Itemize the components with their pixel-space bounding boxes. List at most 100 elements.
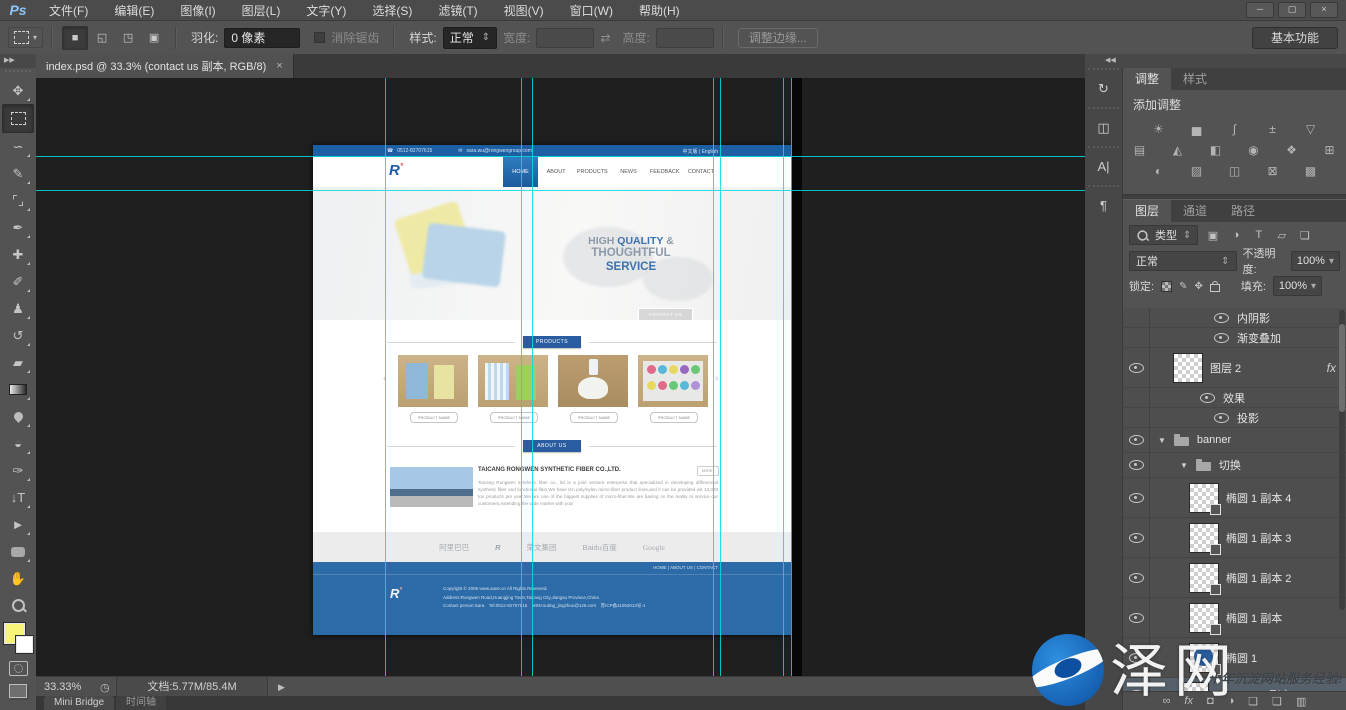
lock-transparency-icon[interactable] <box>1161 281 1172 292</box>
zoom-tool[interactable] <box>3 592 33 619</box>
restore-button[interactable]: ▢ <box>1278 2 1306 18</box>
visibility-toggle[interactable] <box>1129 435 1144 445</box>
dock-collapse-icon[interactable]: ◀◀ <box>1085 54 1346 69</box>
menu-view[interactable]: 视图(V) <box>491 2 557 19</box>
dodge-tool[interactable]: ◒ <box>3 430 33 457</box>
guide-line[interactable] <box>783 78 784 676</box>
filter-smart-objects-icon[interactable]: ❏ <box>1296 229 1313 242</box>
layer-group-row[interactable]: ▼切换 <box>1123 453 1346 478</box>
swap-dimensions-icon[interactable]: ⇄ <box>600 31 610 45</box>
layer-thumbnail[interactable] <box>1174 354 1202 382</box>
visibility-toggle[interactable] <box>1129 533 1144 543</box>
fx-badge[interactable]: fx <box>1327 361 1336 375</box>
layer-row-selected[interactable]: T⚠contact us 副本 <box>1123 678 1346 692</box>
type-tool[interactable]: ↓T <box>3 484 33 511</box>
invert-icon[interactable]: ◐ <box>1148 163 1170 178</box>
visibility-toggle[interactable] <box>1214 413 1229 423</box>
menu-filter[interactable]: 滤镜(T) <box>425 2 490 19</box>
visibility-toggle[interactable] <box>1200 393 1215 403</box>
selective-color-icon[interactable]: ⊠ <box>1262 163 1284 178</box>
layer-row[interactable]: 内阴影 <box>1123 308 1346 328</box>
rectangular-marquee-tool[interactable] <box>2 104 34 133</box>
guide-line[interactable] <box>791 78 792 676</box>
close-button[interactable]: × <box>1310 2 1338 18</box>
eyedropper-tool[interactable]: ✒ <box>3 214 33 241</box>
menu-window[interactable]: 窗口(W) <box>557 2 626 19</box>
filter-pixel-layers-icon[interactable]: ▣ <box>1204 229 1221 242</box>
quick-selection-tool[interactable]: ✎ <box>3 160 33 187</box>
visibility-toggle[interactable] <box>1129 460 1144 470</box>
filter-adjustment-layers-icon[interactable]: ◑ <box>1227 229 1244 241</box>
visibility-toggle[interactable] <box>1214 333 1229 343</box>
layers-scrollbar[interactable] <box>1339 310 1345 610</box>
layer-row[interactable]: 椭圆 1 副本 3 <box>1123 518 1346 558</box>
opacity-value[interactable]: 100%▾ <box>1291 251 1340 271</box>
visibility-toggle[interactable] <box>1214 313 1229 323</box>
menu-edit[interactable]: 编辑(E) <box>101 2 167 19</box>
layer-group-row[interactable]: ▼banner <box>1123 428 1346 453</box>
channel-mixer-icon[interactable]: ❖ <box>1281 142 1303 157</box>
visibility-toggle[interactable] <box>1129 573 1144 583</box>
filter-shape-layers-icon[interactable]: ▱ <box>1273 229 1290 242</box>
menu-type[interactable]: 文字(Y) <box>293 2 359 19</box>
color-balance-icon[interactable]: ◭ <box>1167 142 1189 157</box>
move-tool[interactable]: ✥ <box>3 77 33 104</box>
gradient-tool[interactable] <box>3 376 33 403</box>
feather-input[interactable]: 0 像素 <box>224 28 300 48</box>
guide-line[interactable] <box>36 156 1085 157</box>
properties-panel-icon[interactable]: ◫ <box>1088 107 1119 146</box>
delete-layer-icon[interactable]: ▥ <box>1296 695 1306 708</box>
layer-filter-select[interactable]: 类型 ⇕ <box>1129 225 1198 245</box>
path-selection-tool[interactable]: ► <box>3 511 33 538</box>
layer-row[interactable]: 投影 <box>1123 408 1346 428</box>
new-adjustment-layer-icon[interactable]: ◑ <box>1228 695 1235 707</box>
layer-styles-icon[interactable]: fx <box>1184 695 1193 707</box>
layer-row[interactable]: 椭圆 1 副本 <box>1123 598 1346 638</box>
black-white-icon[interactable]: ◧ <box>1205 142 1227 157</box>
photo-filter-icon[interactable]: ◉ <box>1243 142 1265 157</box>
expand-triangle-icon[interactable]: ▼ <box>1180 461 1188 470</box>
new-group-icon[interactable]: ❏ <box>1248 695 1258 708</box>
tool-preset-picker[interactable]: ▾ <box>8 27 43 48</box>
fill-value[interactable]: 100%▾ <box>1273 276 1322 296</box>
link-layers-icon[interactable]: ∞ <box>1163 695 1171 707</box>
layer-row[interactable]: 效果 <box>1123 388 1346 408</box>
vibrance-icon[interactable]: ▽ <box>1300 121 1322 136</box>
guide-line[interactable] <box>532 78 533 676</box>
tab-timeline[interactable]: 时间轴 <box>116 696 166 710</box>
tab-styles[interactable]: 样式 <box>1171 68 1219 90</box>
guide-line[interactable] <box>713 78 714 676</box>
brush-tool[interactable]: ✐ <box>3 268 33 295</box>
new-layer-icon[interactable]: ❑ <box>1272 695 1282 708</box>
tab-close-icon[interactable]: × <box>276 60 282 72</box>
menu-help[interactable]: 帮助(H) <box>626 2 693 19</box>
layer-row[interactable]: 椭圆 1 副本 4 <box>1123 478 1346 518</box>
color-lookup-icon[interactable]: ⊞ <box>1319 142 1341 157</box>
tab-adjustments[interactable]: 调整 <box>1123 68 1171 90</box>
workspace-switcher-button[interactable]: 基本功能 <box>1252 27 1338 49</box>
crop-tool[interactable]: ⌜⌟ <box>3 187 33 214</box>
add-layer-mask-icon[interactable]: ◘ <box>1207 695 1214 707</box>
toolbar-collapse-icon[interactable]: ▶▶ <box>0 54 36 68</box>
document-tab[interactable]: index.psd @ 33.3% (contact us 副本, RGB/8)… <box>36 54 294 78</box>
refine-edge-button[interactable]: 调整边缘... <box>738 28 818 48</box>
guide-line[interactable] <box>385 78 386 676</box>
blur-tool[interactable] <box>3 403 33 430</box>
exposure-icon[interactable]: ± <box>1262 121 1284 136</box>
visibility-toggle[interactable] <box>1129 613 1144 623</box>
levels-icon[interactable]: ▅ <box>1186 121 1208 136</box>
tab-channels[interactable]: 通道 <box>1171 200 1219 222</box>
layer-row[interactable]: 渐变叠加 <box>1123 328 1346 348</box>
tab-layers[interactable]: 图层 <box>1123 200 1171 222</box>
posterize-icon[interactable]: ▨ <box>1186 163 1208 178</box>
expand-triangle-icon[interactable]: ▼ <box>1158 436 1166 445</box>
tab-paths[interactable]: 路径 <box>1219 200 1267 222</box>
menu-image[interactable]: 图像(I) <box>167 2 228 19</box>
layer-thumbnail[interactable] <box>1190 524 1218 552</box>
visibility-toggle[interactable] <box>1129 653 1144 663</box>
pen-tool[interactable]: ✑ <box>3 457 33 484</box>
zoom-level-field[interactable]: 33.33% <box>36 681 100 693</box>
tab-mini-bridge[interactable]: Mini Bridge <box>44 696 114 710</box>
height-input[interactable] <box>656 28 714 48</box>
gradient-map-icon[interactable]: ▩ <box>1300 163 1322 178</box>
